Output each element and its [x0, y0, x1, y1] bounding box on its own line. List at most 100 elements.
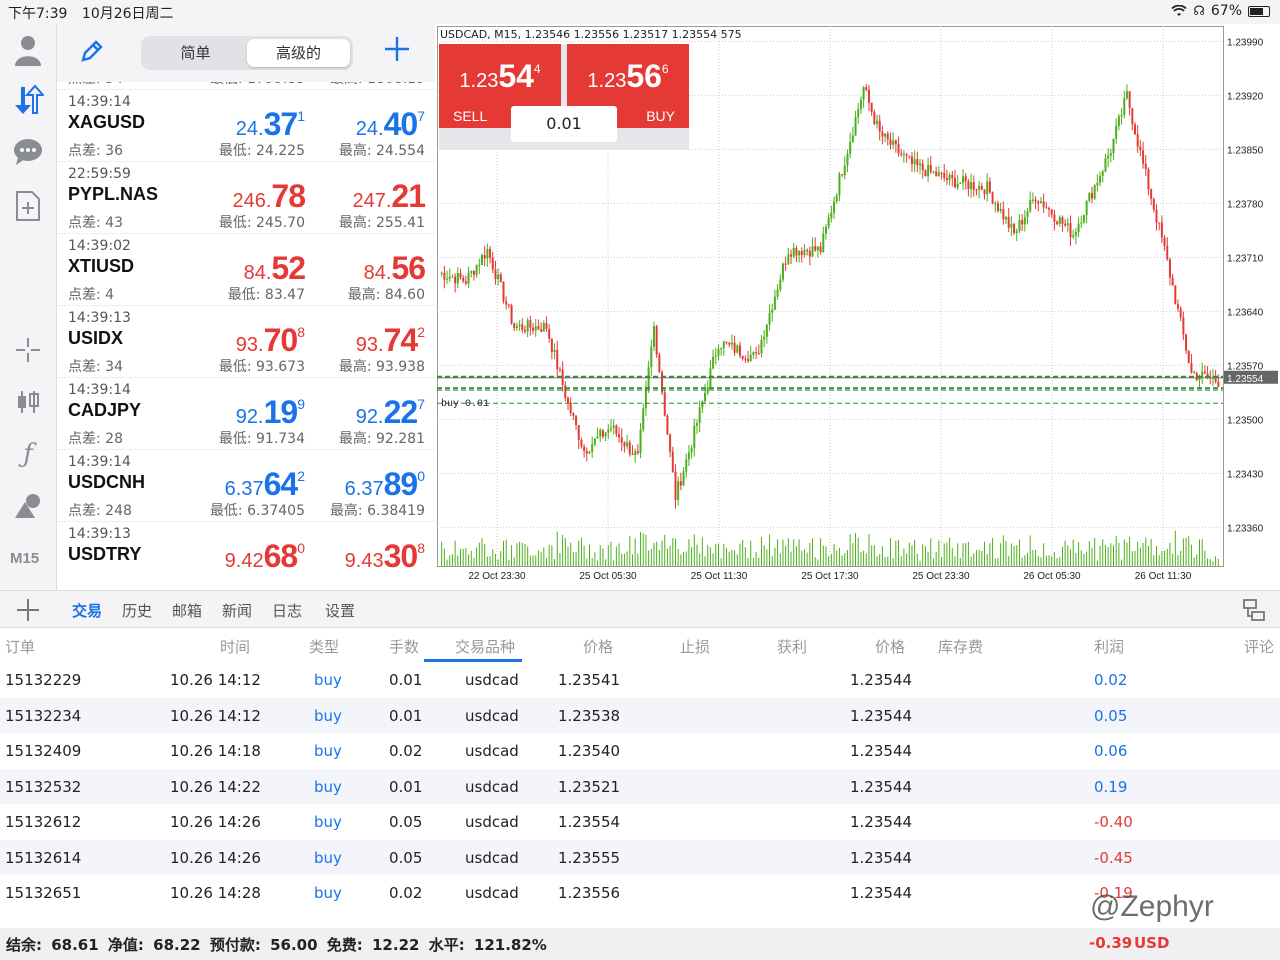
quote-row[interactable]: 14:39:14 USDCNH 点差: 248 6.37642 6.37890 最低: 6…	[57, 450, 435, 522]
candle-body	[714, 355, 717, 357]
table-row[interactable]: 15132614 10.26 14:26 buy 0.05 usdcad 1.23555 1…	[0, 839, 1280, 875]
order-type: buy	[314, 848, 342, 867]
function-icon[interactable]: ƒ	[8, 434, 48, 474]
column-header-9[interactable]: 库存费	[938, 636, 983, 657]
column-header-2[interactable]: 类型	[309, 636, 339, 657]
candle-body	[609, 427, 612, 430]
lot-size-input[interactable]: 0.01	[511, 106, 617, 142]
quote-ask-pip: 0	[417, 468, 425, 484]
quote-ask-price: 92.227	[356, 394, 425, 431]
tab-2[interactable]: 邮箱	[172, 600, 202, 621]
table-row[interactable]: 15132409 10.26 14:18 buy 0.02 usdcad 1.23540 1…	[0, 733, 1280, 769]
quote-row[interactable]: 14:39:14 CADJPY 点差: 28 92.199 92.227 最低: 91.7…	[57, 378, 435, 450]
column-header-8[interactable]: 价格	[875, 636, 905, 657]
candle-body	[1131, 108, 1134, 125]
candle-body	[636, 451, 639, 454]
table-row[interactable]: 15132612 10.26 14:26 buy 0.05 usdcad 1.23554 1…	[0, 804, 1280, 840]
candlestick-icon[interactable]	[8, 382, 48, 422]
chat-icon[interactable]	[8, 132, 48, 172]
candle-body	[526, 320, 529, 332]
candle-body	[894, 140, 897, 145]
tab-1[interactable]: 历史	[122, 600, 152, 621]
candle-body	[919, 163, 922, 166]
tab-5[interactable]: 设置	[325, 600, 355, 621]
quote-ask-big: 22	[383, 394, 419, 430]
quote-bid-big: 64	[263, 466, 299, 502]
column-header-10[interactable]: 利润	[1094, 636, 1124, 657]
quote-row[interactable]: 14:39:02 XTIUSD 点差: 4 84.52 84.56 最低: 83.47 最高…	[57, 234, 435, 306]
margin-value: 56.00	[270, 936, 318, 954]
candle-body	[612, 425, 615, 428]
current-price: 1.23544	[850, 706, 913, 725]
candle-body	[693, 425, 696, 449]
candle-body	[1085, 200, 1088, 216]
table-row[interactable]: 15132234 10.26 14:12 buy 0.01 usdcad 1.23538 1…	[0, 697, 1280, 733]
layout-icon[interactable]	[1242, 598, 1266, 622]
column-header-4[interactable]: 交易品种	[455, 636, 515, 657]
objects-icon[interactable]	[8, 486, 48, 526]
tab-0[interactable]: 交易	[72, 600, 102, 621]
new-document-icon[interactable]	[8, 186, 48, 226]
table-row[interactable]: 15132229 10.26 14:12 buy 0.01 usdcad 1.23541 1…	[0, 662, 1280, 698]
candle-body	[1093, 185, 1096, 199]
timeframe-label[interactable]: M15	[10, 550, 39, 567]
tab-4[interactable]: 日志	[272, 600, 302, 621]
table-row[interactable]: 15132651 10.26 14:28 buy 0.02 usdcad 1.23556 1…	[0, 875, 1280, 911]
candle-body	[599, 430, 602, 437]
sell-price-big: 54	[498, 58, 534, 94]
column-header-3[interactable]: 手数	[389, 636, 419, 657]
table-row[interactable]: 15132532 10.26 14:22 buy 0.01 usdcad 1.23521 1…	[0, 768, 1280, 804]
quote-high: 最高: 92.281	[338, 431, 425, 447]
candle-body	[749, 354, 752, 362]
candle-body	[862, 87, 865, 100]
open-price: 1.23540	[558, 742, 621, 760]
candle-body	[878, 120, 881, 132]
order-time: 10.26 14:28	[170, 884, 261, 902]
quote-low: 最低: 83.47	[227, 287, 305, 303]
quote-row[interactable]: 14:39:13 USDTRY 9.42680 9.43308	[57, 522, 435, 586]
candle-body	[956, 183, 959, 188]
candle-body	[728, 342, 731, 345]
candle-body	[596, 436, 599, 439]
quote-ask-big: 30	[383, 538, 419, 574]
edit-pencil-icon[interactable]	[79, 38, 109, 68]
person-icon[interactable]	[8, 30, 48, 70]
candle-body	[1107, 155, 1110, 159]
quote-bid-big: 52	[271, 250, 306, 286]
column-header-0[interactable]: 订单	[5, 636, 35, 657]
column-header-1[interactable]: 时间	[220, 636, 250, 657]
quote-row[interactable]: 点差: 34 最低: 1799.83 最高: 1808.19	[57, 82, 435, 90]
candle-body	[943, 173, 946, 179]
candle-body	[889, 139, 892, 145]
order-profit: 0.06	[1094, 742, 1128, 760]
column-header-5[interactable]: 价格	[583, 636, 613, 657]
quote-row[interactable]: 14:39:14 XAGUSD 点差: 36 24.371 24.407 最低: 24.2…	[57, 90, 435, 162]
add-symbol-icon[interactable]	[383, 32, 411, 72]
candle-body	[902, 154, 905, 156]
candle-body	[806, 250, 809, 252]
candle-body	[1134, 124, 1137, 135]
column-header-7[interactable]: 获利	[777, 636, 807, 657]
tab-3[interactable]: 新闻	[222, 600, 252, 621]
order-type: buy	[314, 706, 342, 725]
segment-simple[interactable]: 简单	[144, 39, 247, 67]
price-chart[interactable]: 1.23990 1.23920 1.23850 1.23780 1.23710 1.236…	[437, 26, 1280, 586]
watermark-text: @Zephyr	[1090, 890, 1214, 923]
quote-bid-small: 93.	[235, 334, 264, 356]
quote-row[interactable]: 22:59:59 PYPL.NAS 点差: 43 246.78 247.21 最低: 24…	[57, 162, 435, 234]
candle-body	[921, 163, 924, 171]
crosshair-icon[interactable]	[8, 330, 48, 370]
quote-row[interactable]: 14:39:13 USIDX 点差: 34 93.708 93.742 最低: 93.67…	[57, 306, 435, 378]
column-header-11[interactable]: 评论	[1244, 636, 1274, 657]
column-header-6[interactable]: 止损	[680, 636, 710, 657]
trade-arrows-icon[interactable]	[8, 80, 48, 120]
order-type: buy	[314, 671, 342, 689]
order-profit: -0.40	[1094, 813, 1133, 831]
candle-body	[1015, 230, 1018, 233]
candle-body	[884, 133, 887, 137]
candle-body	[980, 185, 983, 190]
candle-body	[1061, 217, 1064, 224]
candle-body	[462, 277, 465, 282]
segment-advanced[interactable]: 高级的	[247, 39, 350, 67]
quote-bid-big: 70	[263, 322, 299, 358]
